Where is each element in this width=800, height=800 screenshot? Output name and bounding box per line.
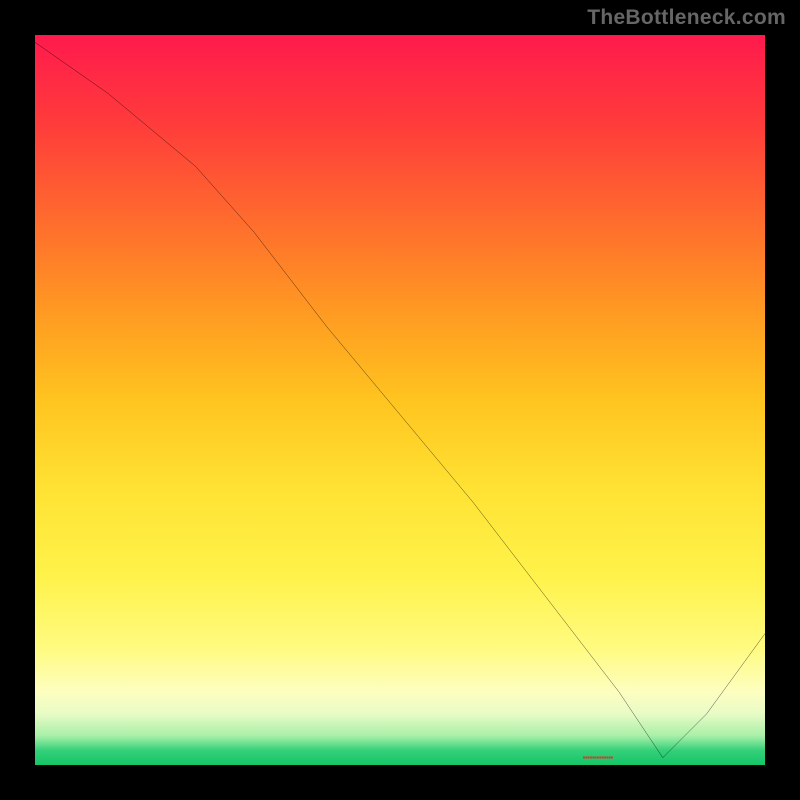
watermark-text: TheBottleneck.com	[587, 6, 786, 30]
chart-container: TheBottleneck.com ▪▪▪▪▪▪▪▪▪▪▪▪▪	[0, 0, 800, 800]
optimal-range-marker: ▪▪▪▪▪▪▪▪▪▪▪▪▪	[583, 753, 671, 761]
bottleneck-curve	[35, 35, 765, 765]
plot-area: ▪▪▪▪▪▪▪▪▪▪▪▪▪	[32, 32, 768, 768]
